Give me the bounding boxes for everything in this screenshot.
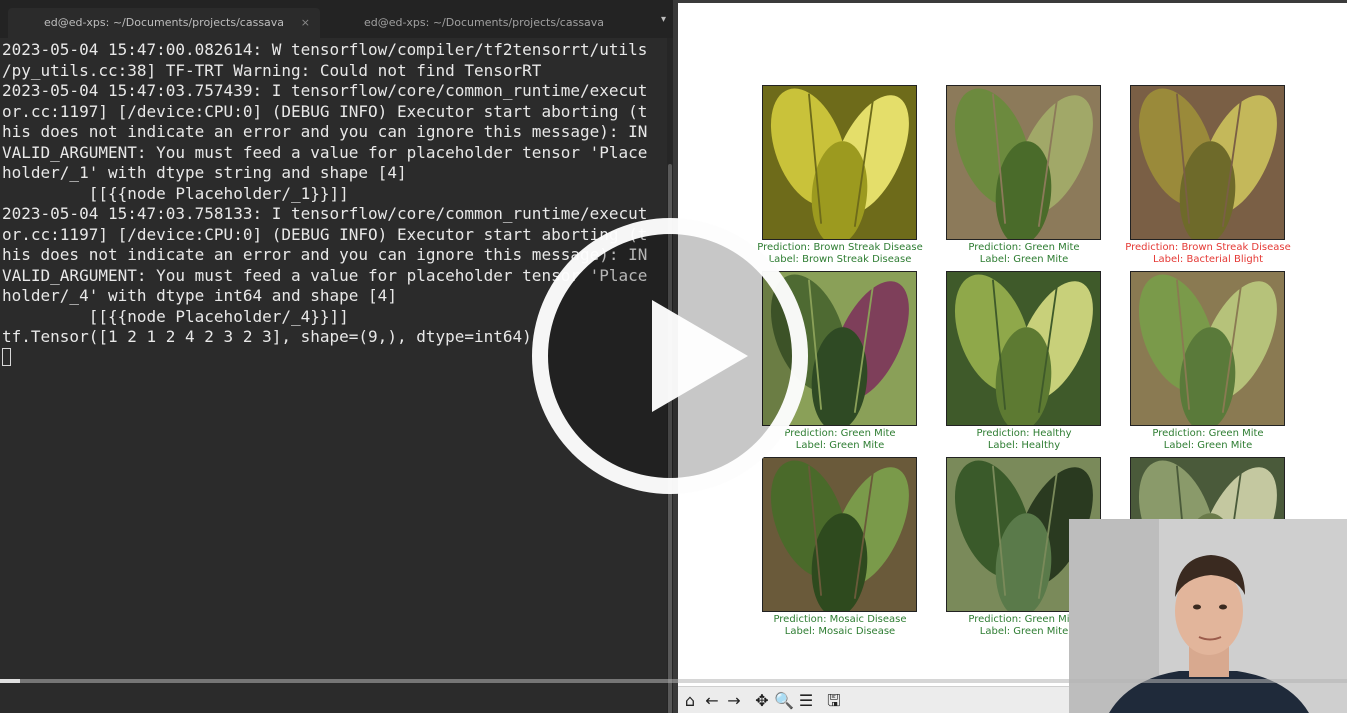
configure-subplots-icon[interactable]: ☰ bbox=[796, 691, 816, 711]
close-tab-icon[interactable]: × bbox=[301, 8, 310, 38]
terminal-line: VALID_ARGUMENT: You must feed a value fo… bbox=[2, 142, 648, 162]
video-progress-bar[interactable] bbox=[0, 679, 1347, 683]
terminal-line: 2023-05-04 15:47:03.758133: I tensorflow… bbox=[2, 204, 648, 223]
prediction-caption: Prediction: Mosaic Disease Label: Mosaic … bbox=[740, 614, 940, 637]
save-icon[interactable]: 🖫 bbox=[824, 691, 844, 711]
terminal-line: or.cc:1197] [/device:CPU:0] (DEBUG INFO)… bbox=[2, 224, 648, 244]
zoom-icon[interactable]: 🔍 bbox=[774, 691, 794, 711]
leaf-image bbox=[1130, 85, 1285, 240]
leaf-image bbox=[762, 457, 917, 612]
terminal-line: [[{{node Placeholder/_1}}]] bbox=[2, 183, 349, 203]
prediction-text: Prediction: Brown Streak Disease bbox=[757, 242, 923, 253]
play-icon bbox=[652, 300, 748, 412]
terminal-line: or.cc:1197] [/device:CPU:0] (DEBUG INFO)… bbox=[2, 101, 648, 121]
prediction-text: Prediction: Green Mite bbox=[968, 242, 1080, 253]
label-text: Label: Bacterial Blight bbox=[1152, 253, 1264, 265]
terminal-cursor bbox=[2, 347, 11, 366]
terminal-line: /py_utils.cc:38] TF-TRT Warning: Could n… bbox=[2, 60, 542, 80]
leaf-image bbox=[1130, 271, 1285, 426]
label-text: Label: Green Mite bbox=[979, 253, 1069, 265]
terminal-tab-title: ed@ed-xps: ~/Documents/projects/cassava bbox=[43, 16, 285, 29]
pan-icon[interactable]: ✥ bbox=[752, 691, 772, 711]
terminal-line: his does not indicate an error and you c… bbox=[2, 122, 648, 141]
leaf-image bbox=[762, 85, 917, 240]
terminal-tab-title: ed@ed-xps: ~/Documents/projects/cassava bbox=[363, 16, 605, 29]
leaf-image bbox=[946, 271, 1101, 426]
video-progress-fill bbox=[0, 679, 21, 683]
label-text: Label: Healthy bbox=[987, 439, 1061, 451]
label-text: Label: Mosaic Disease bbox=[784, 625, 896, 637]
prediction-caption: Prediction: Green Mite Label: Green Mite bbox=[1108, 428, 1308, 451]
terminal-tab-bar: ed@ed-xps: ~/Documents/projects/cassava … bbox=[0, 0, 676, 38]
prediction-caption: Prediction: Green Mite Label: Green Mite bbox=[924, 242, 1124, 265]
play-button[interactable] bbox=[532, 218, 808, 494]
leaf-image bbox=[946, 85, 1101, 240]
prediction-caption: Prediction: Healthy Label: Healthy bbox=[924, 428, 1124, 451]
prediction-text: Prediction: Brown Streak Disease bbox=[1125, 242, 1291, 253]
terminal-tab-active[interactable]: ed@ed-xps: ~/Documents/projects/cassava … bbox=[8, 8, 320, 38]
presenter-image bbox=[1069, 519, 1347, 713]
webcam-overlay bbox=[1069, 519, 1347, 713]
forward-arrow-icon[interactable]: → bbox=[724, 691, 744, 711]
home-icon[interactable]: ⌂ bbox=[680, 691, 700, 711]
chevron-down-icon[interactable]: ▾ bbox=[661, 14, 666, 25]
terminal-line: holder/_1' with dtype string and shape [… bbox=[2, 163, 407, 182]
terminal-line: 2023-05-04 15:47:00.082614: W tensorflow… bbox=[2, 40, 648, 59]
terminal-tab-inactive[interactable]: ed@ed-xps: ~/Documents/projects/cassava bbox=[326, 8, 642, 38]
terminal-line: 2023-05-04 15:47:03.757439: I tensorflow… bbox=[2, 81, 648, 100]
prediction-text: Prediction: Green Mite bbox=[1152, 428, 1264, 439]
prediction-caption: Prediction: Brown Streak Disease Label: B… bbox=[1108, 242, 1308, 265]
prediction-text: Prediction: Mosaic Disease bbox=[773, 614, 907, 625]
terminal-line: his does not indicate an error and you c… bbox=[2, 245, 648, 264]
prediction-text: Prediction: Healthy bbox=[976, 428, 1072, 439]
back-arrow-icon[interactable]: ← bbox=[702, 691, 722, 711]
label-text: Label: Green Mite bbox=[1163, 439, 1253, 451]
